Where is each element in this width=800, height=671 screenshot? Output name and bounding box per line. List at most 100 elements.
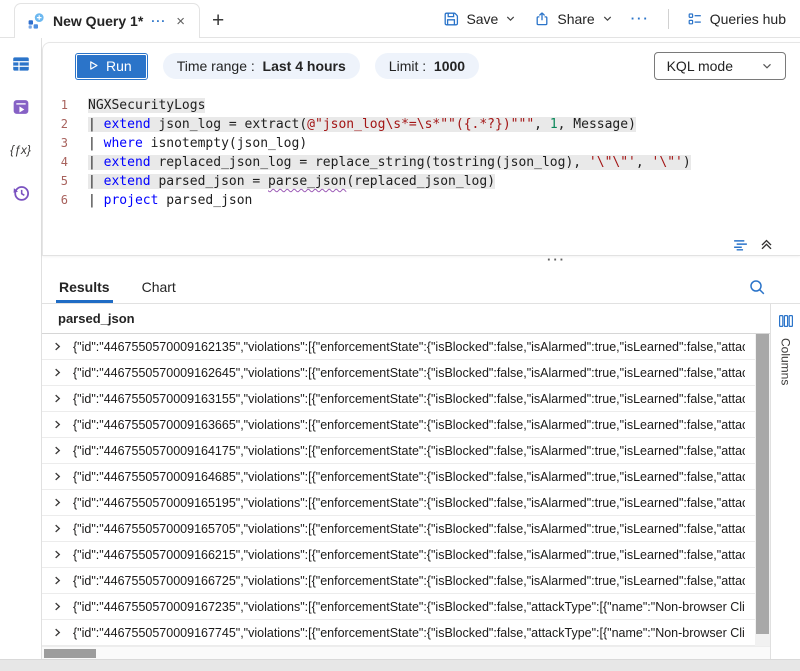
row-expand-button[interactable]	[52, 549, 63, 560]
row-expand-button[interactable]	[52, 367, 63, 378]
code-text: | project parsed_json	[88, 191, 252, 210]
row-expand-icon[interactable]	[52, 601, 63, 612]
row-expand-icon[interactable]	[52, 627, 63, 638]
row-expand-button[interactable]	[52, 627, 63, 638]
row-expand-button[interactable]	[52, 445, 63, 456]
code-token: |	[88, 117, 104, 132]
table-row[interactable]: {"id":"4467550570009166725","violations"…	[42, 568, 770, 594]
table-row[interactable]: {"id":"4467550570009164685","violations"…	[42, 464, 770, 490]
table-row[interactable]: {"id":"4467550570009165195","violations"…	[42, 490, 770, 516]
row-json-text: {"id":"4467550570009162135","violations"…	[73, 340, 745, 354]
row-expand-button[interactable]	[52, 523, 63, 534]
row-expand-button[interactable]	[52, 471, 63, 482]
collapse-editor-button[interactable]	[759, 237, 774, 252]
table-row[interactable]: {"id":"4467550570009163155","violations"…	[42, 386, 770, 412]
queries-hub-button[interactable]: Queries hub	[687, 11, 786, 27]
time-range-pill[interactable]: Time range : Last 4 hours	[163, 53, 360, 79]
table-row[interactable]: {"id":"4467550570009162645","violations"…	[42, 360, 770, 386]
kql-mode-select[interactable]: KQL mode	[654, 52, 786, 80]
code-token: project	[104, 193, 159, 208]
row-expand-icon[interactable]	[52, 393, 63, 404]
code-text: | extend json_log = extract(@"json_log\s…	[88, 115, 636, 134]
run-button[interactable]: Run	[75, 53, 148, 80]
editor-line: 3| where isnotempty(json_log)	[43, 134, 800, 153]
table-row[interactable]: {"id":"4467550570009162135","violations"…	[42, 334, 770, 360]
row-expand-icon[interactable]	[52, 575, 63, 586]
code-token: where	[104, 136, 143, 151]
table-row[interactable]: {"id":"4467550570009166215","violations"…	[42, 542, 770, 568]
history-clock-icon	[11, 183, 31, 203]
table-row[interactable]: {"id":"4467550570009163665","violations"…	[42, 412, 770, 438]
editor-line: 6| project parsed_json	[43, 191, 800, 210]
search-button[interactable]	[748, 270, 766, 303]
search-icon	[748, 278, 766, 296]
row-expand-icon[interactable]	[52, 497, 63, 508]
queries-hub-icon	[687, 11, 703, 27]
sidebar-item-query-history[interactable]	[9, 181, 33, 205]
code-token: @"json_log\s*=\s*""({.*?})"""	[307, 117, 534, 132]
row-expand-icon[interactable]	[52, 445, 63, 456]
row-expand-icon[interactable]	[52, 523, 63, 534]
play-icon	[88, 60, 99, 71]
table-row[interactable]: {"id":"4467550570009167235","violations"…	[42, 594, 770, 620]
row-expand-icon[interactable]	[52, 341, 63, 352]
line-number: 1	[43, 96, 81, 115]
horizontal-scrollbar[interactable]	[42, 646, 770, 659]
columns-panel-label: Columns	[779, 338, 793, 385]
tab-results[interactable]: Results	[56, 270, 113, 303]
row-expand-button[interactable]	[52, 341, 63, 352]
tab-chart[interactable]: Chart	[139, 270, 179, 303]
sidebar-item-connections[interactable]	[9, 52, 33, 76]
queries-hub-label: Queries hub	[710, 11, 786, 27]
line-number: 2	[43, 115, 81, 134]
share-button[interactable]: Share	[534, 11, 612, 27]
code-token: extend	[104, 117, 151, 132]
vertical-scrollbar[interactable]	[755, 334, 770, 646]
row-expand-button[interactable]	[52, 575, 63, 586]
format-lines-icon	[732, 236, 749, 253]
row-json-text: {"id":"4467550570009167235","violations"…	[73, 600, 745, 614]
tab-close-icon[interactable]: ×	[174, 14, 187, 29]
row-expand-icon[interactable]	[52, 471, 63, 482]
row-expand-icon[interactable]	[52, 419, 63, 430]
window-bottom-strip	[0, 659, 800, 671]
table-row[interactable]: {"id":"4467550570009164175","violations"…	[42, 438, 770, 464]
sidebar-item-saved-scripts[interactable]	[9, 95, 33, 119]
row-expand-button[interactable]	[52, 497, 63, 508]
save-icon	[443, 11, 459, 27]
format-lines-button[interactable]	[732, 236, 749, 253]
table-row[interactable]: {"id":"4467550570009167745","violations"…	[42, 620, 770, 646]
save-button[interactable]: Save	[443, 11, 516, 27]
query-toolbar: Run Time range : Last 4 hours Limit : 10…	[43, 43, 800, 89]
row-expand-button[interactable]	[52, 393, 63, 404]
code-token: , Message)	[558, 117, 636, 132]
panel-splitter[interactable]: ···	[42, 256, 800, 270]
column-header-parsed-json[interactable]: parsed_json	[42, 304, 770, 334]
tab-more-icon[interactable]: ···	[151, 14, 166, 28]
row-expand-icon[interactable]	[52, 367, 63, 378]
code-token: ,	[636, 155, 652, 170]
query-editor[interactable]: 1 NGXSecurityLogs 2 | extend json_log = ext…	[43, 89, 800, 233]
results-tabs: Results Chart	[42, 270, 800, 304]
row-expand-button[interactable]	[52, 419, 63, 430]
columns-side-panel[interactable]: Columns	[770, 304, 800, 659]
columns-icon	[778, 313, 794, 329]
splitter-handle[interactable]: ···	[547, 252, 566, 267]
sidebar-item-functions[interactable]: {ƒx}	[9, 138, 33, 162]
row-expand-button[interactable]	[52, 601, 63, 612]
new-tab-button[interactable]: +	[212, 10, 224, 31]
limit-pill[interactable]: Limit : 1000	[375, 53, 479, 79]
code-token: NGXSecurityLogs	[88, 98, 205, 113]
row-json-text: {"id":"4467550570009164685","violations"…	[73, 470, 745, 484]
save-label: Save	[466, 11, 498, 27]
vertical-scrollbar-thumb[interactable]	[756, 334, 769, 634]
row-json-text: {"id":"4467550570009163155","violations"…	[73, 392, 745, 406]
code-token: '\"\"'	[589, 155, 636, 170]
more-actions-button[interactable]: ···	[631, 11, 650, 26]
results-grid: parsed_json {"id":"4467550570009162135",…	[42, 304, 770, 659]
code-token: isnotempty(json_log)	[143, 136, 307, 151]
table-row[interactable]: {"id":"4467550570009165705","violations"…	[42, 516, 770, 542]
horizontal-scrollbar-thumb[interactable]	[44, 649, 96, 658]
row-expand-icon[interactable]	[52, 549, 63, 560]
query-tab[interactable]: New Query 1* ··· ×	[14, 3, 200, 38]
